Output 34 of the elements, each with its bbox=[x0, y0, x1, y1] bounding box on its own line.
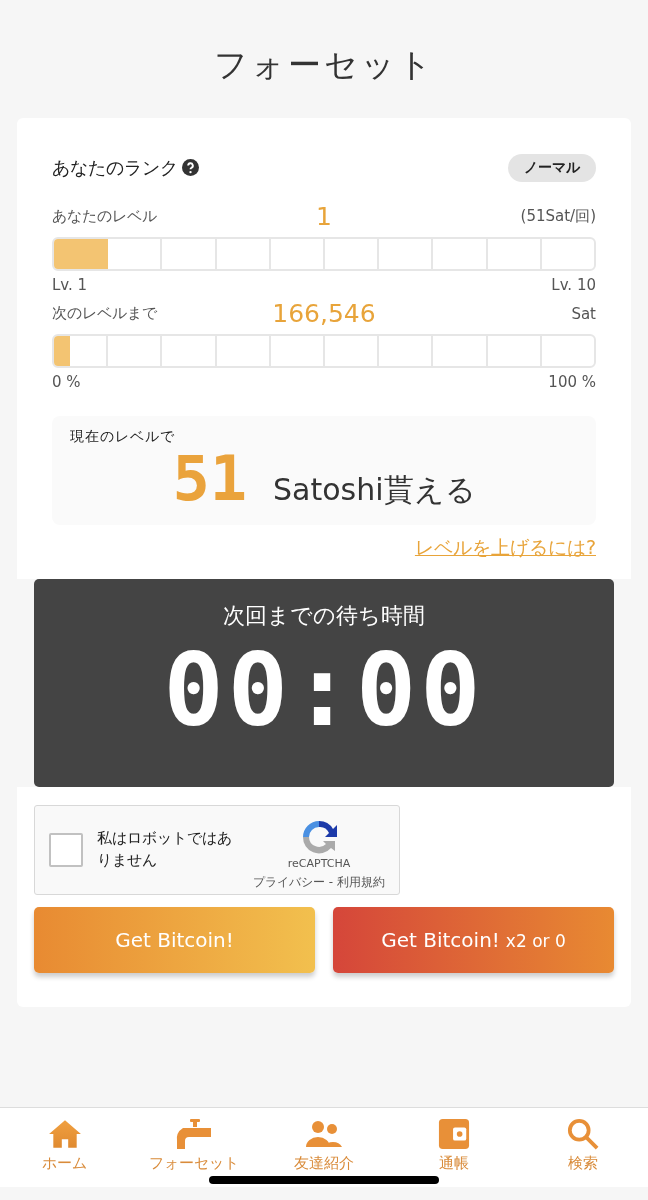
rank-badge: ノーマル bbox=[508, 153, 596, 182]
page-title: フォーセット bbox=[213, 44, 435, 86]
captcha-brand: reCAPTCHA bbox=[287, 856, 351, 870]
reward-caption: 現在のレベルで bbox=[70, 427, 176, 446]
meter-max-label: Lv. 10 bbox=[551, 275, 596, 294]
nav-tab[interactable]: フォーセット bbox=[139, 1117, 250, 1173]
nav-tab[interactable]: 通帳 bbox=[398, 1117, 509, 1173]
captcha-checkbox[interactable] bbox=[49, 832, 83, 867]
reward-amount: 51 bbox=[172, 447, 248, 510]
nav-tab[interactable]: 検索 bbox=[528, 1117, 639, 1173]
get-bitcoin-button[interactable]: Get Bitcoin! x2 or 0 bbox=[333, 906, 614, 973]
meter-value: 166,546 bbox=[272, 299, 376, 329]
captcha-label: 私はロボットではありません bbox=[97, 828, 233, 871]
meter-min-label: Lv. 1 bbox=[52, 275, 88, 294]
timer-title: 次回までの待ち時間 bbox=[223, 601, 425, 630]
faucet-icon bbox=[175, 1117, 214, 1150]
meter-min-label: 0 % bbox=[52, 372, 81, 391]
level-up-link[interactable]: レベルを上げるには? bbox=[414, 534, 596, 561]
get-bitcoin-button[interactable]: Get Bitcoin! bbox=[34, 906, 315, 973]
meter-label: あなたのレベル bbox=[52, 207, 158, 227]
meter-max-label: 100 % bbox=[548, 372, 596, 391]
nav-tab[interactable]: 友達紹介 bbox=[269, 1117, 379, 1173]
meter-unit: Sat bbox=[570, 304, 596, 323]
countdown-time: 00:00 bbox=[163, 630, 485, 751]
reward-unit: Satoshi貰える bbox=[273, 470, 476, 509]
meter-label: 次のレベルまで bbox=[52, 304, 158, 324]
meter-value: 1 bbox=[316, 202, 332, 232]
wallet-icon bbox=[436, 1117, 471, 1150]
search-icon bbox=[566, 1117, 601, 1150]
help-icon[interactable] bbox=[182, 159, 199, 177]
rank-label: あなたのランク bbox=[52, 155, 178, 180]
captcha-links[interactable]: プライバシー - 利用規約 bbox=[253, 873, 385, 891]
meter-unit: (51Sat/回) bbox=[519, 207, 596, 227]
nav-tab[interactable]: ホーム bbox=[9, 1117, 120, 1173]
